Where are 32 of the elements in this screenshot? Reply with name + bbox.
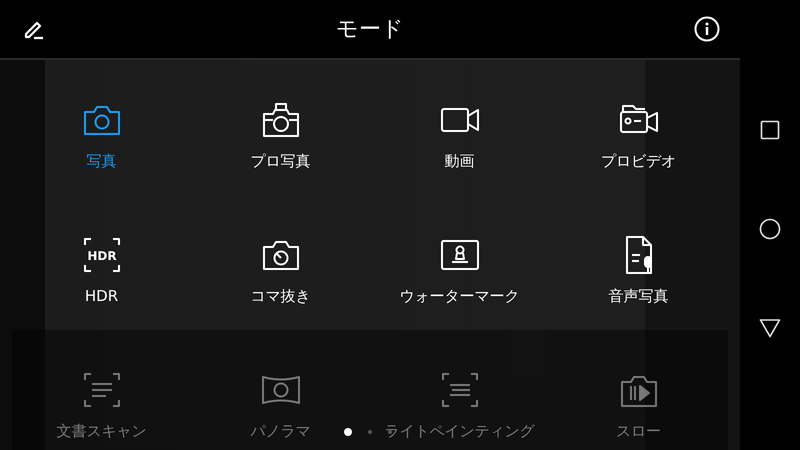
screen-title: モード: [336, 16, 404, 44]
mode-option[interactable]: 文書スキャン: [12, 330, 191, 450]
home-icon[interactable]: [759, 218, 781, 240]
mode-label: ウォーターマーク: [400, 287, 520, 306]
mode-option[interactable]: ウォーターマーク: [370, 195, 549, 330]
mode-label: HDR: [84, 287, 118, 305]
mode-option[interactable]: プロ写真: [191, 60, 370, 195]
mode-label: ライトペインティング: [384, 422, 534, 441]
mode-option[interactable]: 写真: [12, 60, 191, 195]
mode-option[interactable]: ライトペインティング: [370, 330, 549, 450]
info-icon[interactable]: [694, 16, 720, 42]
back-icon[interactable]: [759, 318, 781, 338]
mode-option[interactable]: 動画: [370, 60, 549, 195]
mode-option[interactable]: パノラマ: [191, 330, 370, 450]
mode-option[interactable]: プロビデオ: [549, 60, 728, 195]
mode-option[interactable]: 音声写真: [549, 195, 728, 330]
camera-icon: [260, 100, 300, 140]
mode-label: 文書スキャン: [56, 422, 146, 441]
mode-label: プロ写真: [250, 152, 310, 171]
recent-apps-icon[interactable]: [760, 120, 780, 140]
mode-label: パノラマ: [250, 422, 310, 441]
mode-label: 動画: [444, 152, 474, 171]
mode-option[interactable]: HDR HDR: [12, 195, 191, 330]
mode-label: 音声写真: [608, 287, 668, 306]
light-streak-icon: [440, 370, 480, 410]
document-scan-icon: [82, 370, 122, 410]
mode-label: コマ抜き: [250, 287, 310, 306]
mode-option[interactable]: スロー: [549, 330, 728, 450]
mode-label: プロビデオ: [601, 152, 676, 171]
mode-option[interactable]: コマ抜き: [191, 195, 370, 330]
mode-label: スロー: [616, 422, 661, 441]
mode-label: 写真: [86, 152, 116, 171]
